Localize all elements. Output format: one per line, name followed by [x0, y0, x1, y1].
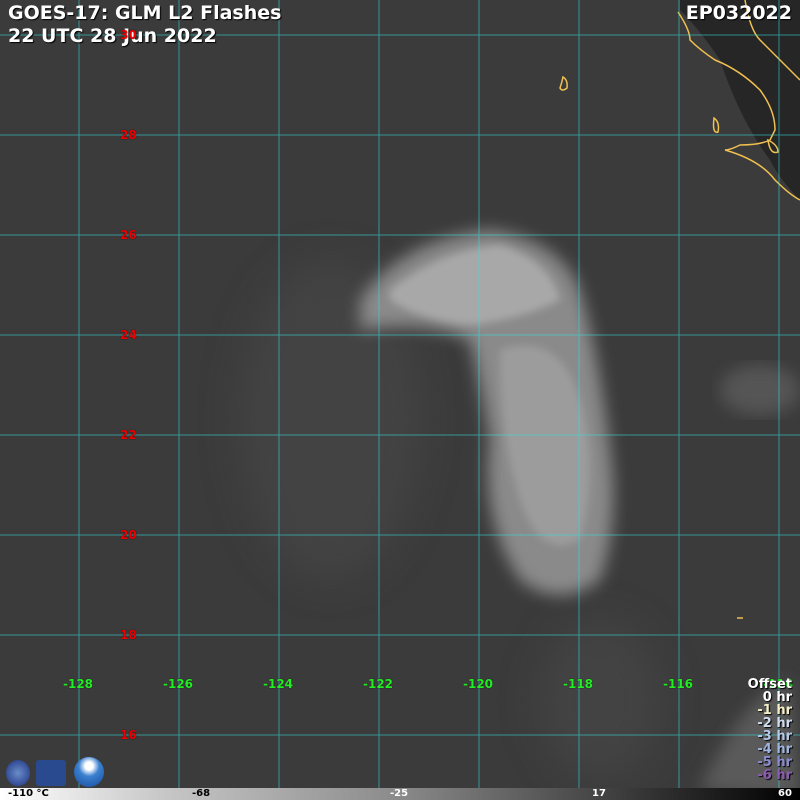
timestamp: 22 UTC 28 Jun 2022	[8, 25, 217, 47]
legend-item: -6 hr	[757, 768, 792, 783]
longitude-label: -120	[463, 677, 494, 691]
longitude-label: -128	[63, 677, 94, 691]
latitude-label: 24	[120, 328, 137, 342]
colorbar-label: 17	[592, 788, 606, 799]
cira-logo-icon	[6, 760, 30, 786]
longitude-label: -122	[363, 677, 394, 691]
longitude-label: -118	[563, 677, 594, 691]
longitude-label: -116	[663, 677, 694, 691]
colorbar-label: -110 °C	[8, 788, 49, 799]
product-title: GOES-17: GLM L2 Flashes	[8, 2, 282, 24]
latitude-label: 26	[120, 228, 137, 242]
storm-id: EP032022	[685, 2, 792, 24]
longitude-label: -126	[163, 677, 194, 691]
latitude-label: 28	[120, 128, 137, 142]
offset-legend: Offset 0 hr -1 hr -2 hr -3 hr -4 hr -5 hr -6 h…	[748, 678, 792, 782]
colorbar-label: -68	[192, 788, 211, 799]
rammb-logo-icon	[74, 757, 104, 787]
satellite-logo-icon	[36, 760, 66, 786]
colorbar-label: -25	[390, 788, 409, 799]
latitude-label: 20	[120, 528, 137, 542]
longitude-label: -124	[263, 677, 294, 691]
latitude-label: 30	[120, 28, 137, 42]
latitude-label: 18	[120, 628, 137, 642]
latitude-label: 16	[120, 728, 137, 742]
satellite-map: GOES-17: GLM L2 Flashes 22 UTC 28 Jun 20…	[0, 0, 800, 800]
colorbar-label: 60	[778, 788, 792, 799]
latitude-label: 22	[120, 428, 137, 442]
